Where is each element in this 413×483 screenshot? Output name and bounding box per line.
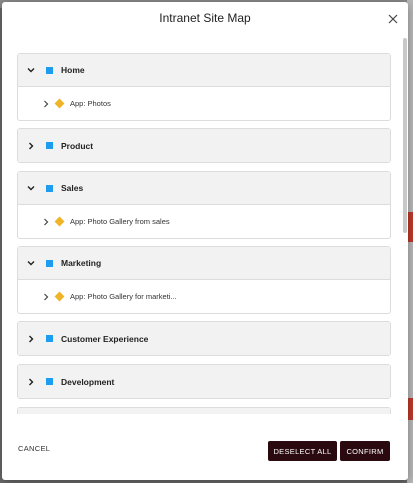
square-icon [46,142,53,149]
square-icon [46,184,53,192]
chevron-right-icon[interactable] [42,99,50,109]
chevron-down-icon[interactable] [26,258,36,268]
section-header-sales[interactable]: Sales [18,172,390,205]
section-label: Development [61,376,115,387]
section-label: Home [61,65,85,75]
close-button[interactable] [386,12,400,26]
section-header-customer-experience[interactable]: Customer Experience [18,322,390,355]
section-marketing: Marketing App: Photo Gallery for marketi… [17,246,391,314]
item-label: App: Photo Gallery for marketi... [70,292,177,301]
section-label: Sales [61,183,84,193]
section-header-product[interactable]: Product [18,129,390,162]
site-map-dialog: Intranet Site Map Home App: Photos Produ… [2,2,408,480]
square-icon [46,66,53,74]
section-partial [17,407,391,414]
site-map-tree: Home App: Photos Product Sales App: Phot… [2,46,408,414]
list-item[interactable]: App: Photos [18,87,390,120]
section-label: Product [61,140,94,151]
item-label: App: Photo Gallery from sales [70,217,170,226]
diamond-icon [54,98,65,109]
chevron-right-icon[interactable] [42,292,50,302]
chevron-right-icon[interactable] [26,377,36,387]
square-icon [46,259,53,267]
dialog-title: Intranet Site Map [159,11,251,25]
section-product: Product [17,128,391,163]
confirm-button[interactable]: CONFIRM [340,441,390,461]
section-header-development[interactable]: Development [18,365,390,398]
section-home: Home App: Photos [17,53,391,121]
section-customer-experience: Customer Experience [17,321,391,356]
chevron-right-icon[interactable] [26,334,36,344]
section-sales: Sales App: Photo Gallery from sales [17,171,391,239]
diamond-icon [54,216,65,227]
dialog-footer: CANCEL DESELECT ALL CONFIRM [2,432,408,472]
section-label: Marketing [61,258,102,268]
diamond-icon [54,291,65,302]
list-item[interactable]: App: Photo Gallery for marketi... [18,280,390,313]
item-label: App: Photos [70,99,111,108]
list-item[interactable]: App: Photo Gallery from sales [18,205,390,238]
section-header-marketing[interactable]: Marketing [18,247,390,280]
section-development: Development [17,364,391,399]
chevron-down-icon[interactable] [26,65,36,75]
cancel-button[interactable]: CANCEL [18,444,50,453]
section-header-partial[interactable] [18,408,390,414]
square-icon [46,378,53,385]
section-label: Customer Experience [61,333,149,344]
deselect-all-button[interactable]: DESELECT ALL [268,441,337,461]
chevron-down-icon[interactable] [26,183,36,193]
square-icon [46,335,53,342]
section-header-home[interactable]: Home [18,54,390,87]
chevron-right-icon[interactable] [42,217,50,227]
close-icon [388,14,398,24]
chevron-right-icon[interactable] [26,141,36,151]
